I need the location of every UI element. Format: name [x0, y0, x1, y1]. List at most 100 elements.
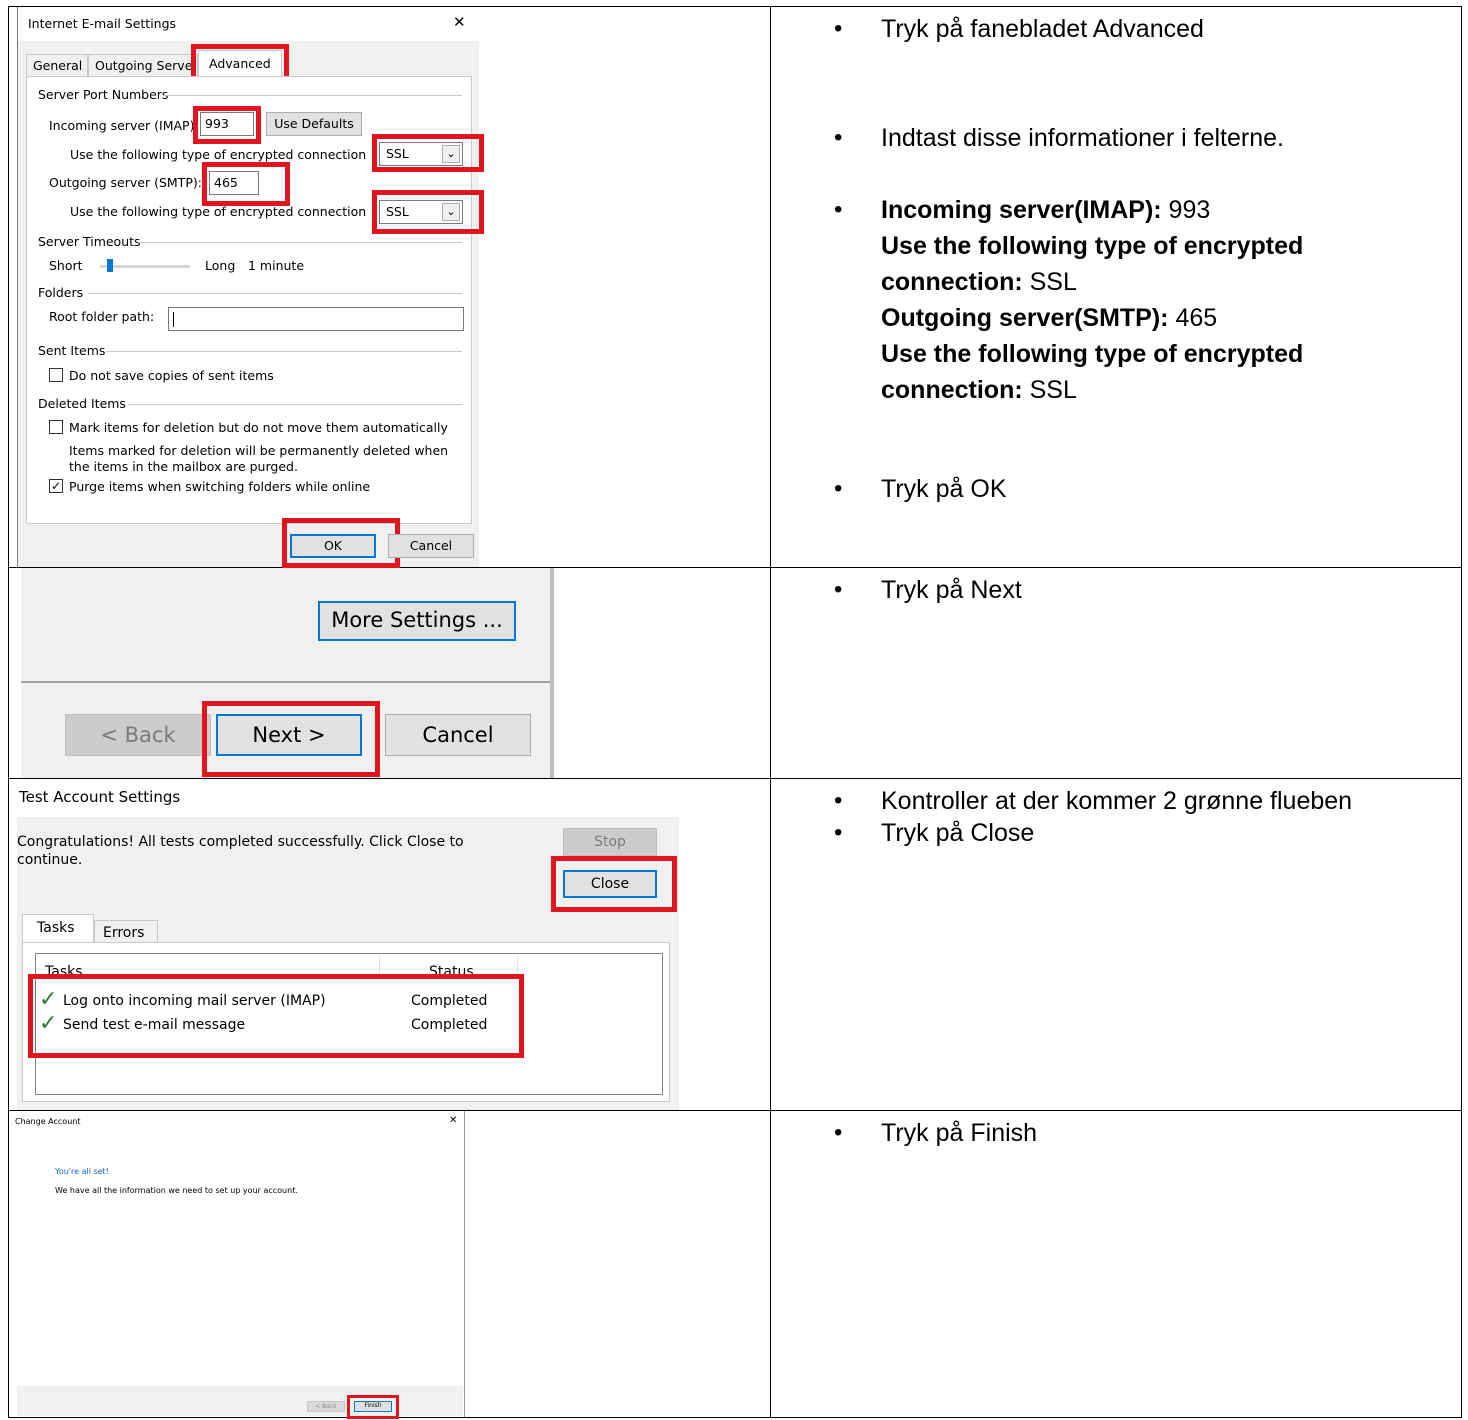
instruction-line: connection: SSL: [881, 268, 1077, 296]
task-name: Log onto incoming mail server (IMAP): [63, 993, 326, 1009]
button-label: Next >: [252, 723, 326, 747]
group-divider: [164, 95, 462, 96]
tab-general[interactable]: General: [26, 54, 88, 76]
instruction-line: Tryk på fanebladet Advanced: [881, 15, 1204, 43]
root-folder-field[interactable]: [168, 307, 464, 331]
cancel-button[interactable]: Cancel: [385, 714, 531, 756]
email-settings-window: Internet E-mail Settings ✕ General Outgo…: [17, 7, 484, 568]
column-separator: [379, 955, 380, 979]
instruction-line: Kontroller at der kommer 2 grønne fluebe…: [881, 787, 1353, 815]
column-separator: [517, 955, 518, 979]
group-deleted-items: Deleted Items: [38, 396, 126, 411]
timeout-long-label: Long: [205, 258, 236, 273]
field-name: Use the following type of encrypted: [881, 232, 1304, 260]
instruction-line: Tryk på Close: [881, 819, 1035, 847]
outgoing-encryption-select[interactable]: SSL ⌄: [379, 200, 463, 224]
chevron-down-icon: ⌄: [442, 203, 460, 221]
close-icon[interactable]: ✕: [453, 13, 466, 31]
wizard-nav-window: More Settings ... < Back Next > Cancel: [21, 568, 554, 778]
group-divider: [106, 351, 462, 352]
use-defaults-button[interactable]: Use Defaults: [266, 112, 362, 136]
field-name: connection:: [881, 268, 1023, 296]
ok-button[interactable]: OK: [290, 534, 376, 558]
button-label: Close: [590, 876, 630, 892]
instruction-item: Tryk på Finish: [834, 1115, 1441, 1151]
task-name: Send test e-mail message: [63, 1017, 246, 1033]
outgoing-port-field[interactable]: 465: [209, 171, 259, 195]
table-row-test-settings: Test Account Settings Congratulations! A…: [9, 779, 1461, 1111]
change-account-window: Change Account ✕ You're all set! We have…: [9, 1111, 465, 1419]
root-folder-label: Root folder path:: [49, 309, 155, 324]
select-value: SSL: [386, 146, 409, 161]
next-button[interactable]: Next >: [216, 714, 362, 756]
mark-deletion-label: Mark items for deletion but do not move …: [69, 420, 448, 435]
wizard-divider: [21, 681, 550, 683]
test-account-window: Test Account Settings Congratulations! A…: [9, 779, 679, 1110]
group-divider: [138, 242, 462, 243]
tab-errors[interactable]: Errors: [94, 920, 158, 942]
instruction-item: Tryk på OK: [834, 471, 1441, 507]
timeout-slider-thumb[interactable]: [107, 259, 113, 272]
close-button[interactable]: Close: [563, 870, 657, 898]
window-title: Test Account Settings: [19, 788, 181, 806]
field-value: 993: [205, 116, 229, 131]
table-row-next: More Settings ... < Back Next > Cancel T…: [9, 568, 1461, 779]
instruction-line: Use the following type of encrypted: [881, 336, 1441, 372]
button-bar: [17, 1386, 463, 1416]
instruction-cell: Tryk på Next: [771, 568, 1461, 778]
incoming-encryption-select[interactable]: SSL ⌄: [379, 142, 463, 166]
tab-advanced[interactable]: Advanced: [198, 50, 282, 77]
cancel-button[interactable]: Cancel: [388, 534, 474, 558]
text-cursor: [173, 312, 174, 327]
check-icon: ✓: [39, 1011, 58, 1036]
tab-outgoing-server[interactable]: Outgoing Serve: [88, 54, 198, 76]
finish-button[interactable]: Finish: [354, 1401, 392, 1412]
instruction-item: Indtast disse informationer i felterne.: [834, 120, 1441, 156]
stop-button: Stop: [563, 828, 657, 856]
tab-label: General: [33, 58, 83, 73]
instruction-line: Indtast disse informationer i felterne.: [881, 124, 1284, 152]
mark-deletion-checkbox[interactable]: [49, 420, 63, 434]
group-divider: [88, 293, 462, 294]
back-button: < Back: [307, 1401, 345, 1412]
timeout-slider-track[interactable]: [100, 265, 190, 268]
purge-checkbox[interactable]: ✓: [49, 479, 63, 493]
field-value: 465: [214, 175, 238, 190]
instruction-item: Tryk på Next: [834, 572, 1441, 608]
button-label: Finish: [364, 1402, 382, 1409]
window-title: Internet E-mail Settings: [28, 16, 177, 31]
field-name: Use the following type of encrypted: [881, 340, 1304, 368]
deletion-note-line1: Items marked for deletion will be perman…: [69, 443, 449, 458]
body-text: We have all the information we need to s…: [55, 1186, 298, 1195]
incoming-port-field[interactable]: 993: [200, 112, 254, 136]
instruction-line: Use the following type of encrypted: [881, 228, 1441, 264]
close-icon[interactable]: ✕: [449, 1115, 457, 1126]
field-name: connection:: [881, 376, 1023, 404]
instruction-line: Outgoing server(SMTP): 465: [881, 304, 1218, 332]
heading: You're all set!: [55, 1167, 109, 1176]
instruction-line: Tryk på Next: [881, 576, 1022, 604]
no-save-checkbox[interactable]: [49, 368, 63, 382]
col-header-status[interactable]: Status: [429, 964, 474, 980]
check-icon: ✓: [39, 987, 58, 1012]
success-message-line1: Congratulations! All tests completed suc…: [17, 834, 464, 850]
field-name: Incoming server(IMAP):: [881, 196, 1162, 224]
col-header-tasks[interactable]: Tasks: [45, 964, 83, 980]
instruction-item: Tryk på fanebladet Advanced: [834, 11, 1441, 47]
incoming-server-label: Incoming server (IMAP):: [49, 118, 199, 133]
instruction-line: Tryk på Finish: [881, 1119, 1038, 1147]
incoming-encryption-label: Use the following type of encrypted conn…: [70, 147, 367, 162]
button-label: OK: [323, 538, 343, 553]
task-status: Completed: [411, 993, 488, 1009]
tab-tasks[interactable]: Tasks: [22, 914, 94, 942]
button-label: < Back: [315, 1403, 337, 1410]
group-server-port-numbers: Server Port Numbers: [38, 87, 169, 102]
no-save-label: Do not save copies of sent items: [69, 368, 274, 383]
instruction-cell: Tryk på Finish: [771, 1111, 1461, 1417]
field-name: Outgoing server(SMTP):: [881, 304, 1169, 332]
button-label: More Settings ...: [331, 608, 503, 632]
button-label: Cancel: [409, 538, 453, 553]
timeout-value: 1 minute: [248, 258, 305, 273]
more-settings-button[interactable]: More Settings ...: [318, 601, 516, 641]
back-button: < Back: [65, 714, 211, 756]
